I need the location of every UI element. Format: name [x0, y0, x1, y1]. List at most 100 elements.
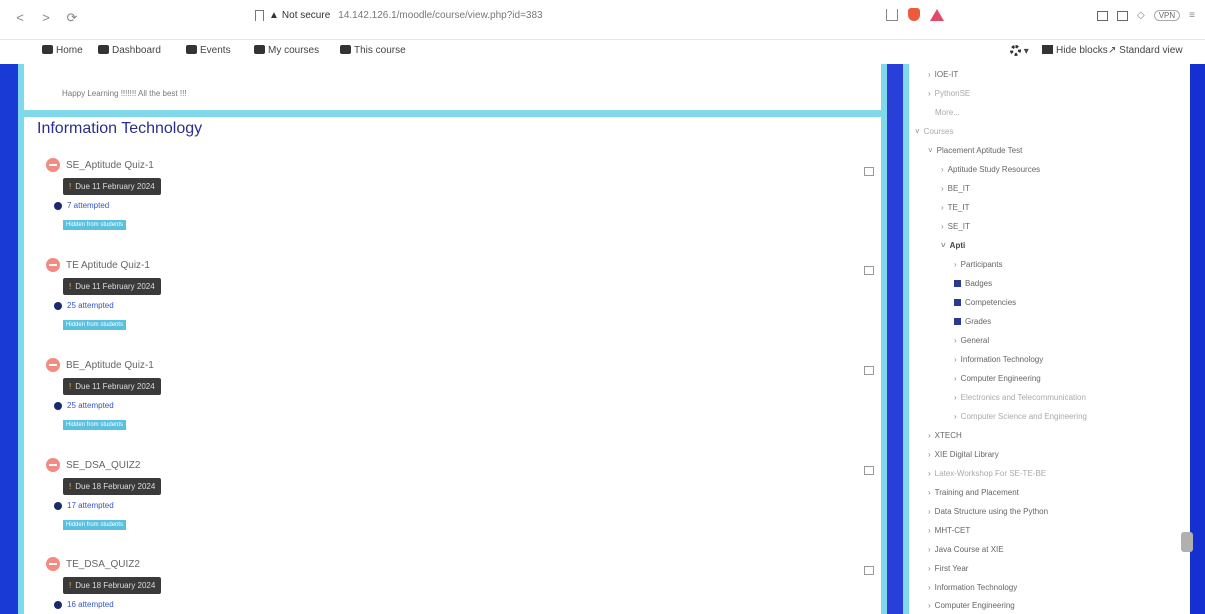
nav-tree-grades[interactable]: Grades: [954, 317, 991, 326]
sidebar-toggle-icon[interactable]: [1097, 10, 1108, 21]
menu-icon[interactable]: ≡: [1189, 10, 1195, 21]
completion-checkbox[interactable]: [864, 466, 874, 475]
nav-tree-item[interactable]: ˅ Placement Aptitude Test: [928, 146, 1022, 155]
expand-icon: ↗: [1108, 45, 1120, 56]
activity-link[interactable]: SE_DSA_QUIZ2: [46, 458, 876, 472]
activity-link[interactable]: TE_DSA_QUIZ2: [46, 557, 876, 571]
nav-events[interactable]: Events: [186, 45, 231, 56]
nav-tree-item[interactable]: › First Year: [928, 564, 968, 573]
due-date: ! Due 18 February 2024: [63, 478, 162, 495]
activity-item: SE_DSA_QUIZ2 ! Due 18 February 2024 17 at…: [46, 458, 876, 531]
hide-blocks-icon: [1042, 45, 1053, 54]
nav-tree-item[interactable]: › XTECH: [928, 431, 962, 440]
nav-tree-item[interactable]: › Training and Placement: [928, 488, 1019, 497]
nav-this-course[interactable]: This course: [340, 45, 406, 56]
dashboard-icon: [98, 45, 109, 54]
nav-tree-item[interactable]: › Computer Science and Engineering: [954, 412, 1087, 421]
frame-middle: [887, 64, 903, 614]
nav-tree-item[interactable]: › Computer Engineering: [928, 601, 1015, 610]
content-border-left: [18, 64, 24, 614]
activity-item: SE_Aptitude Quiz-1 ! Due 11 February 2024…: [46, 158, 876, 231]
nav-tree-item[interactable]: › Java Course at XIE: [928, 545, 1004, 554]
completion-checkbox[interactable]: [864, 366, 874, 375]
activity-link[interactable]: BE_Aptitude Quiz-1: [46, 358, 876, 372]
completion-checkbox[interactable]: [864, 266, 874, 275]
share-icon[interactable]: [886, 8, 898, 21]
reload-button[interactable]: ⟳: [66, 10, 78, 26]
attempted-link[interactable]: 25 attempted: [54, 301, 876, 310]
completion-checkbox[interactable]: [864, 566, 874, 575]
extension-icons: [886, 8, 944, 21]
attempted-link[interactable]: 17 attempted: [54, 501, 876, 510]
nav-tree-badges[interactable]: Badges: [954, 279, 992, 288]
sidebar-border-left: [903, 64, 909, 614]
security-label: Not secure: [281, 10, 331, 21]
table-icon: [954, 318, 961, 325]
nav-dashboard[interactable]: Dashboard: [98, 45, 161, 56]
info-icon: [54, 301, 62, 310]
nav-home[interactable]: Home: [42, 45, 83, 56]
brave-rewards-icon[interactable]: [930, 8, 944, 21]
hidden-badge: Hidden from students: [63, 420, 127, 430]
nav-tree-item[interactable]: › Information Technology: [928, 583, 1017, 592]
settings-menu[interactable]: ▾: [1010, 45, 1029, 57]
address-bar[interactable]: ▲ Not secure 14.142.126.1/moodle/course/vi…: [269, 10, 543, 21]
attempted-link[interactable]: 7 attempted: [54, 201, 876, 210]
vpn-button[interactable]: VPN: [1153, 10, 1181, 21]
nav-tree-item[interactable]: › Aptitude Study Resources: [941, 165, 1040, 174]
moodle-navbar: Home Dashboard Events My courses This co…: [0, 40, 1205, 64]
nav-tree-item[interactable]: › TE_IT: [941, 203, 969, 212]
nav-tree-courses[interactable]: ˅ Courses: [915, 127, 953, 136]
courses-icon: [254, 45, 265, 54]
quiz-icon: [46, 358, 60, 372]
nav-tree-item[interactable]: › Electronics and Telecommunication: [954, 393, 1086, 402]
frame-left: [0, 64, 18, 614]
browser-toolbar: < > ⟳ ▲ Not secure 14.142.126.1/moodle/cou…: [0, 0, 1205, 40]
quiz-icon: [46, 557, 60, 571]
attempted-link[interactable]: 25 attempted: [54, 401, 876, 410]
hidden-badge: Hidden from students: [63, 320, 127, 330]
nav-tree-item[interactable]: › General: [954, 336, 989, 345]
warning-icon[interactable]: ▲: [269, 10, 279, 21]
due-date: ! Due 11 February 2024: [63, 178, 161, 195]
activity-item: TE Aptitude Quiz-1 ! Due 11 February 2024…: [46, 258, 876, 331]
info-icon: [54, 501, 62, 510]
standard-view-button[interactable]: ↗ Standard view: [1108, 45, 1183, 56]
nav-tree-item[interactable]: › Computer Engineering: [954, 374, 1041, 383]
completion-checkbox[interactable]: [864, 167, 874, 176]
nav-tree-current-course[interactable]: ˅ Apti: [941, 241, 965, 250]
back-button[interactable]: <: [14, 10, 26, 26]
nav-my-courses[interactable]: My courses: [254, 45, 319, 56]
due-date: ! Due 11 February 2024: [63, 278, 161, 295]
alert-icon: !: [69, 482, 72, 491]
nav-tree-item[interactable]: › SE_IT: [941, 222, 970, 231]
nav-tree-item[interactable]: › Information Technology: [954, 355, 1043, 364]
nav-tree-item[interactable]: › BE_IT: [941, 184, 970, 193]
gear-icon: [1010, 45, 1021, 56]
forward-button[interactable]: >: [40, 10, 52, 26]
wallet-icon[interactable]: ◇: [1137, 10, 1145, 21]
info-icon: [54, 401, 62, 410]
sitemap-icon: [340, 45, 351, 54]
nav-tree-item[interactable]: › IOE-IT: [928, 70, 958, 79]
tab-search-icon[interactable]: [1117, 10, 1128, 21]
nav-tree-item[interactable]: › XIE Digital Library: [928, 450, 999, 459]
nav-tree-competencies[interactable]: Competencies: [954, 298, 1016, 307]
nav-tree-item[interactable]: › Data Structure using the Python: [928, 507, 1048, 516]
check-square-icon: [954, 299, 961, 306]
hide-blocks-button[interactable]: Hide blocks: [1042, 45, 1108, 56]
activity-link[interactable]: TE Aptitude Quiz-1: [46, 258, 876, 272]
nav-tree-more[interactable]: More...: [935, 108, 960, 117]
nav-tree-item[interactable]: › Participants: [954, 260, 1002, 269]
info-icon: [54, 201, 62, 210]
bookmark-icon[interactable]: [255, 10, 264, 21]
scroll-to-top-button[interactable]: [1181, 532, 1193, 552]
due-date: ! Due 18 February 2024: [63, 577, 162, 594]
nav-tree-item[interactable]: › MHT-CET: [928, 526, 970, 535]
nav-tree-item[interactable]: › PythonSE: [928, 89, 970, 98]
activity-link[interactable]: SE_Aptitude Quiz-1: [46, 158, 876, 172]
section-separator: [18, 110, 887, 117]
brave-shield-icon[interactable]: [908, 8, 920, 21]
nav-tree-item[interactable]: › Latex-Workshop For SE-TE-BE: [928, 469, 1046, 478]
attempted-link[interactable]: 16 attempted: [54, 600, 876, 609]
